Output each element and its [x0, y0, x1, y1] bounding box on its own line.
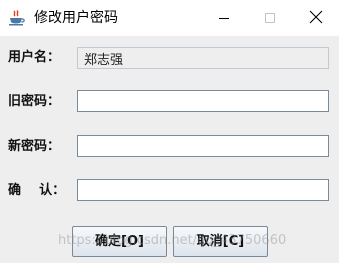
confirm-label: 确 认： [8, 183, 66, 198]
old-password-field[interactable] [77, 90, 329, 112]
window-title: 修改用户密码 [34, 10, 118, 26]
new-password-field[interactable] [77, 135, 329, 157]
close-icon [309, 9, 323, 28]
dialog-content: 用户名： 旧密码： 新密码： 确 认： 确定[O] 取消[C] https://… [0, 36, 339, 263]
title-bar[interactable]: 修改用户密码 [0, 0, 339, 36]
confirm-password-field[interactable] [77, 179, 329, 201]
close-button[interactable] [293, 0, 339, 36]
java-coffee-cup-icon [8, 10, 26, 26]
maximize-icon [264, 9, 276, 28]
minimize-button[interactable] [201, 0, 247, 36]
username-label: 用户名： [8, 50, 61, 65]
change-password-dialog: 修改用户密码 用户名： 旧密码： 新密码： 确 [0, 0, 339, 263]
new-password-label: 新密码： [8, 139, 61, 154]
ok-button[interactable]: 确定[O] [72, 226, 167, 257]
cancel-button[interactable]: 取消[C] [173, 226, 268, 257]
username-field [77, 47, 329, 69]
maximize-button [247, 0, 293, 36]
minimize-icon [218, 9, 230, 28]
old-password-label: 旧密码： [8, 94, 61, 109]
